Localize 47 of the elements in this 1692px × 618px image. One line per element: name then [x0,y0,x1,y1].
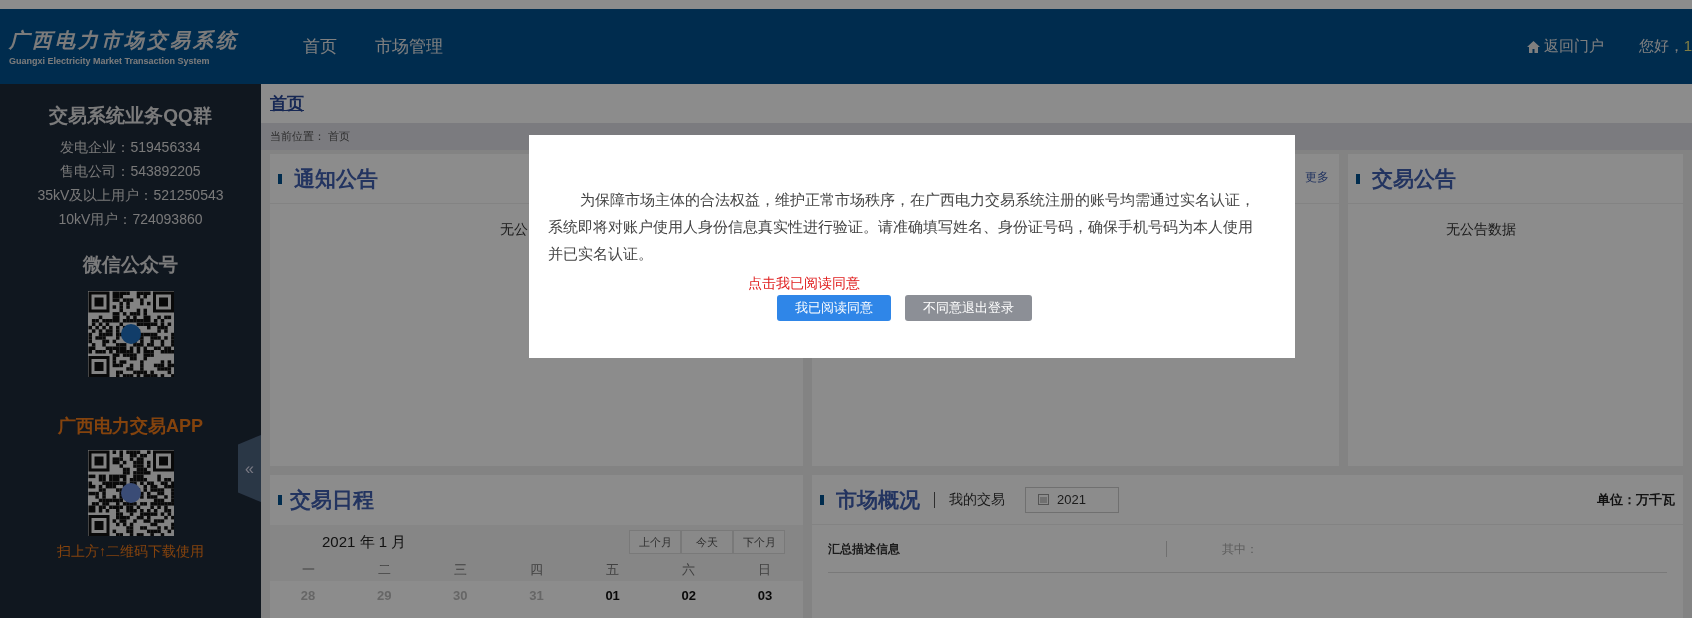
empty-message: 无公 [500,220,528,239]
calendar-button[interactable]: 上个月 [629,530,681,554]
download-hint: 扫上方↑二维码下载使用 [57,542,204,561]
calendar-button[interactable]: 下个月 [733,530,785,554]
calendar-day[interactable]: 02 [650,586,727,606]
qq-group: 发电企业：519456334 [60,134,201,159]
more-link[interactable]: 更多 [1305,168,1329,186]
panel-title: 交易公告 [1372,165,1456,192]
empty-message: 无公告数据 [1445,220,1516,239]
dialog-message: 为保障市场主体的合法权益，维护正常市场秩序，在广西电力交易系统注册的账号均需通过实名认证，系统即将对账户使用人身份信息真实性进行验证。请准确填写姓名、身份证号码，确保手机号码为本人使用并已实名认证。 [548,191,1256,264]
sidebar-heading: 微信公众号 [83,252,178,277]
portal-link[interactable]: 返回门户 [1526,35,1604,58]
user-name: 1 [1683,36,1692,57]
qq-group: 10kV用户：724093860 [58,206,203,231]
qq-group: 35kV及以上用户：521250543 [37,182,224,207]
year-field[interactable]: 2021 [1025,486,1119,513]
page-title-link[interactable]: 首页 [270,90,304,117]
sidebar-heading: 交易系统业务QQ群 [49,104,212,128]
logo-title: 广西电力市场交易系统 [9,26,240,54]
app-heading: 广西电力交易APP [58,415,203,438]
calendar-day[interactable]: 01 [574,586,651,606]
weekday-label: 六 [681,561,697,580]
weekday-label: 四 [529,561,544,580]
collapse-tab[interactable]: « [238,435,261,502]
panel-title: 交易日程 [290,487,374,514]
weekday-label: 五 [605,561,621,580]
panel-title: 通知公告 [294,165,378,192]
tab[interactable]: 我的交易 [949,489,1005,510]
nav-link[interactable]: 市场管理 [375,33,443,60]
greeting: 您好， [1638,36,1684,57]
weekday-label: 日 [757,561,773,580]
calendar-icon [1038,494,1049,505]
calendar-month: 2021 年 1 月 [322,531,407,552]
summary-label: 汇总描述信息 [828,540,901,558]
calendar-button[interactable]: 今天 [681,530,733,554]
logo-subtitle: Guangxi Electricity Market Transaction System [9,54,211,68]
dialog-hint: 点击我已阅读同意 [748,274,860,293]
panel-title: 市场概况 [836,486,920,513]
qq-group: 售电公司：543892205 [60,158,201,183]
nav-link[interactable]: 首页 [303,33,337,60]
calendar-day[interactable]: 03 [726,586,803,606]
home-icon [1526,40,1540,53]
decline-button[interactable]: 不同意退出登录 [905,295,1032,321]
weekday-label: 二 [376,561,392,580]
unit-label: 单位：万千瓦 [1597,490,1675,509]
agree-button[interactable]: 我已阅读同意 [777,295,891,321]
breadcrumb: 当前位置： 首页 [270,129,351,145]
